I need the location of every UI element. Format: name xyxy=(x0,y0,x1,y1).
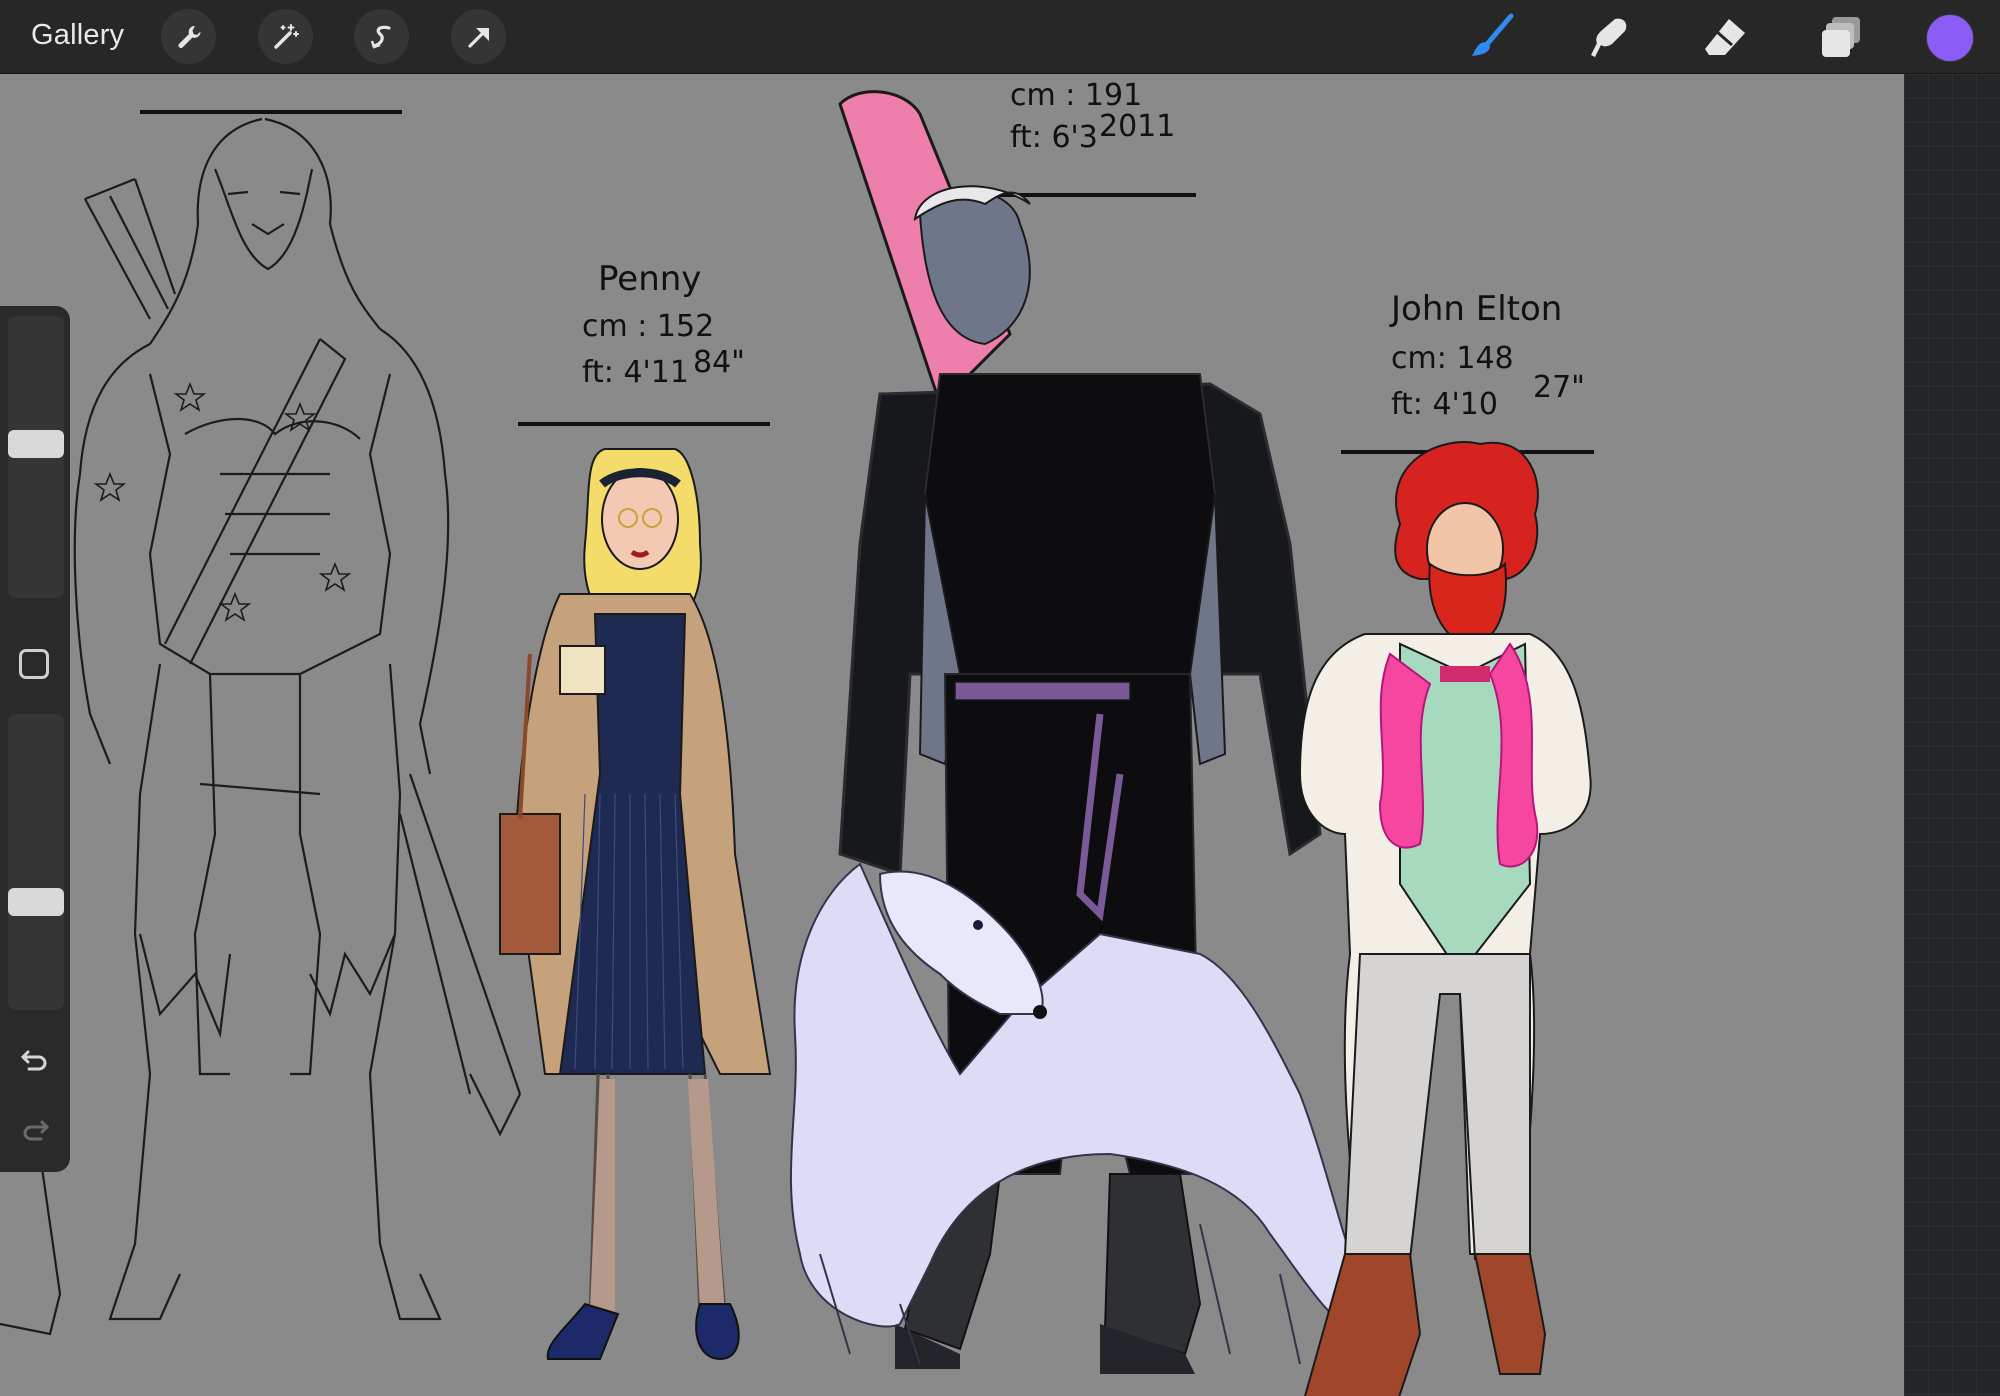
brush-icon[interactable] xyxy=(1464,10,1518,64)
sketch-figure xyxy=(0,117,522,1336)
artwork-illustration: Penny cm : 152 ft: 4'11 84" cm : 191 ft:… xyxy=(0,78,1594,1396)
color-picker-button[interactable] xyxy=(1926,14,1974,62)
transform-arrow-icon[interactable] xyxy=(451,9,506,64)
redo-icon[interactable] xyxy=(20,1114,50,1149)
penny-cm-label: cm : 152 xyxy=(582,309,714,344)
top-toolbar: Gallery xyxy=(0,0,2000,74)
penny-ft-superscript: 84" xyxy=(693,345,745,380)
john-ft-label: ft: 4'10 xyxy=(1391,387,1498,422)
tall-ft-superscript: 2011 xyxy=(1099,109,1175,144)
tall-ft-label: ft: 6'3 xyxy=(1010,120,1098,155)
penny-name-label: Penny xyxy=(598,259,701,299)
drawing-canvas[interactable]: Penny cm : 152 ft: 4'11 84" cm : 191 ft:… xyxy=(0,74,1904,1396)
eraser-icon[interactable] xyxy=(1698,10,1752,64)
undo-icon[interactable] xyxy=(20,1044,50,1079)
john-name-label: John Elton xyxy=(1389,289,1562,329)
brush-size-thumb[interactable] xyxy=(8,430,64,458)
canvas-grid-background xyxy=(1904,74,2000,1396)
selection-s-icon[interactable] xyxy=(354,9,409,64)
penny-figure xyxy=(499,448,772,1361)
brush-size-slider[interactable] xyxy=(8,316,64,598)
tall-cm-label: cm : 191 xyxy=(1010,78,1142,113)
left-sidebar xyxy=(0,306,70,1172)
john-cm-label: cm: 148 xyxy=(1391,341,1514,376)
john-ft-superscript: 27" xyxy=(1533,370,1585,405)
penny-ft-label: ft: 4'11 xyxy=(582,355,689,390)
opacity-thumb[interactable] xyxy=(8,888,64,916)
magic-wand-icon[interactable] xyxy=(258,9,313,64)
smudge-icon[interactable] xyxy=(1582,10,1636,64)
layers-icon[interactable] xyxy=(1815,10,1869,64)
modify-button[interactable] xyxy=(19,649,49,679)
opacity-slider[interactable] xyxy=(8,714,64,1010)
gallery-button[interactable]: Gallery xyxy=(31,19,124,52)
wrench-icon[interactable] xyxy=(161,9,216,64)
